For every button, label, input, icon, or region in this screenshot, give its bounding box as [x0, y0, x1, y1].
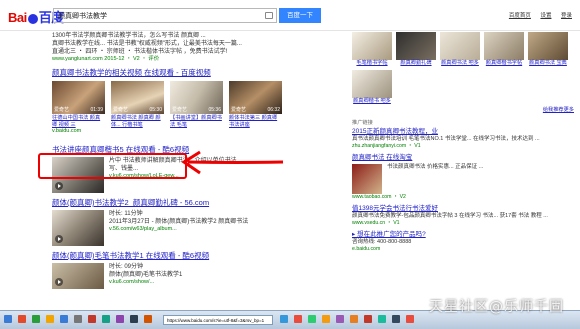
- login-link[interactable]: 登录: [561, 13, 572, 19]
- app-icon[interactable]: [144, 315, 152, 323]
- home-link[interactable]: 百度首页: [509, 13, 531, 19]
- gallery-item[interactable]: 颜真卿勤礼碑: [396, 32, 436, 67]
- result-3: 颜体(颜真卿)书法教学2_颜真卿勤礼碑 - 56.com 时长: 11分钟 20…: [52, 198, 352, 246]
- ads-label: 推广链接: [352, 120, 373, 126]
- app-icon[interactable]: [102, 315, 110, 323]
- paw-icon: [27, 13, 38, 24]
- app-icon[interactable]: [46, 315, 54, 323]
- video-thumb[interactable]: 爱奇艺 05:30 颜真卿书法 颜真卿 颜体... 行楷书笔: [111, 81, 164, 128]
- result-url[interactable]: www.yanglunart.com 2015-12 ・ V2 ・ 评价: [52, 56, 352, 63]
- video-thumb[interactable]: 爱奇艺 05:36 【书画讲堂】颜真卿书法 毛笔: [170, 81, 223, 128]
- result-4: 颜体(颜真卿)毛笔书法教学1 在线观看 - 酷6视频 时长: 09分钟 颜体(颜…: [52, 251, 352, 289]
- app-icon[interactable]: [308, 315, 316, 323]
- ad-item: 颜真卿书法 在线淘宝 书法颜真卿书法 价格实惠... 正品保证 ... www.…: [352, 154, 484, 200]
- app-icon[interactable]: [350, 315, 358, 323]
- app-icon[interactable]: [130, 315, 138, 323]
- app-icon[interactable]: [322, 315, 330, 323]
- top-links: 百度首页 设置 登录: [501, 11, 572, 19]
- search-header: Bai 百度 颜真卿书法教学 百度一下 百度首页 设置 登录: [0, 0, 580, 31]
- app-icon[interactable]: [18, 315, 26, 323]
- gallery-item[interactable]: 颜真卿楷书字帖: [484, 32, 524, 67]
- app-icon[interactable]: [364, 315, 372, 323]
- app-icon[interactable]: [74, 315, 82, 323]
- result-title[interactable]: 颜体(颜真卿)书法教学2_颜真卿勤礼碑 - 56.com: [52, 198, 352, 208]
- start-icon[interactable]: [4, 315, 12, 323]
- video-thumb[interactable]: 爱奇艺 06:32 颜体书法第三 颜真卿 书法讲座: [229, 81, 282, 128]
- app-icon[interactable]: [32, 315, 40, 323]
- more-link[interactable]: 给我推荐更多: [352, 106, 574, 113]
- app-icon[interactable]: [392, 315, 400, 323]
- result-desc: 直通北三 ・ 四环 ・ 宗师班 ・ 书法楷体书法字帖 ，免费书法试学!: [52, 49, 228, 55]
- ad-item: 值1398元学会书法行书法爱好 颜真卿书法免费教学-包品颜真卿书法字帖 3 在线…: [352, 205, 548, 226]
- right-panel: 毛笔楷书字帖 颜真卿勤礼碑 颜真卿书法 吧多 颜真卿楷书字帖 颜真卿书法 宝典 …: [352, 32, 574, 253]
- app-icon[interactable]: [88, 315, 96, 323]
- gallery-item[interactable]: 颜真卿楷书 吧多: [352, 69, 392, 105]
- video-section: 颜真卿书法教学的相关视频 在线观看 - 百度视频 爱奇艺 01:39 往德山中国…: [52, 68, 352, 135]
- gallery-item[interactable]: 颜真卿书法 宝典: [528, 32, 568, 67]
- red-highlight-box: [38, 153, 187, 179]
- image-gallery: 毛笔楷书字帖 颜真卿勤礼碑 颜真卿书法 吧多 颜真卿楷书字帖 颜真卿书法 宝典 …: [352, 32, 574, 104]
- gallery-item[interactable]: 毛笔楷书字帖: [352, 32, 392, 67]
- play-icon: [55, 278, 63, 286]
- app-icon[interactable]: [116, 315, 124, 323]
- camera-icon[interactable]: [265, 12, 273, 19]
- result-desc: 真卿书法教学在线... 书法是书教"权威视频"形式，让最美书法每天一篇...: [52, 41, 242, 47]
- result-title[interactable]: 颜体(颜真卿)毛笔书法教学1 在线观看 - 酷6视频: [52, 251, 352, 261]
- result-1: 1300年书法学颜真卿书法教学书法，怎么写书法 颜真卿 ... 真卿书法教学在线…: [52, 32, 352, 63]
- address-bar[interactable]: https://www.baidu.com/s?ie=utf-8&f=3&rsv…: [163, 315, 273, 325]
- app-icon[interactable]: [294, 315, 302, 323]
- play-icon: [55, 182, 63, 190]
- red-arrow-annotation: [181, 150, 284, 175]
- ad-item: 2015正新颜真卿书法教程，业 真书法颜真卿书法培训 毛笔书法NO.1 书法学堂…: [352, 128, 540, 149]
- app-icon[interactable]: [406, 315, 414, 323]
- browser-page: Bai 百度 颜真卿书法教学 百度一下 百度首页 设置 登录 1300年书法学颜真…: [0, 0, 580, 310]
- ad-item: ▸ 想在此推广您的产品吗? 咨询热线: 400-800-8888 e.baidu…: [352, 231, 426, 252]
- watermark: 天星社区@乐师千固: [429, 299, 564, 315]
- play-icon: [55, 235, 63, 243]
- app-icon[interactable]: [378, 315, 386, 323]
- gallery-item[interactable]: 颜真卿书法 吧多: [440, 32, 480, 67]
- app-icon[interactable]: [60, 315, 68, 323]
- result-url[interactable]: v.baidu.com: [52, 128, 352, 135]
- video-section-title[interactable]: 颜真卿书法教学的相关视频 在线观看 - 百度视频: [52, 68, 352, 78]
- video-thumbnail[interactable]: [52, 210, 104, 246]
- video-thumb[interactable]: 爱奇艺 01:39 往德山中国书法 颜真卿 视频 三: [52, 81, 105, 128]
- result-desc: 1300年书法学颜真卿书法教学书法，怎么写书法 颜真卿 ...: [52, 33, 206, 39]
- app-icon[interactable]: [336, 315, 344, 323]
- video-thumbnail[interactable]: [52, 263, 104, 289]
- search-input[interactable]: 颜真卿书法教学: [53, 8, 277, 23]
- search-button[interactable]: 百度一下: [279, 8, 321, 23]
- ad-image[interactable]: [352, 164, 382, 194]
- app-icon[interactable]: [280, 315, 288, 323]
- settings-link[interactable]: 设置: [540, 13, 551, 19]
